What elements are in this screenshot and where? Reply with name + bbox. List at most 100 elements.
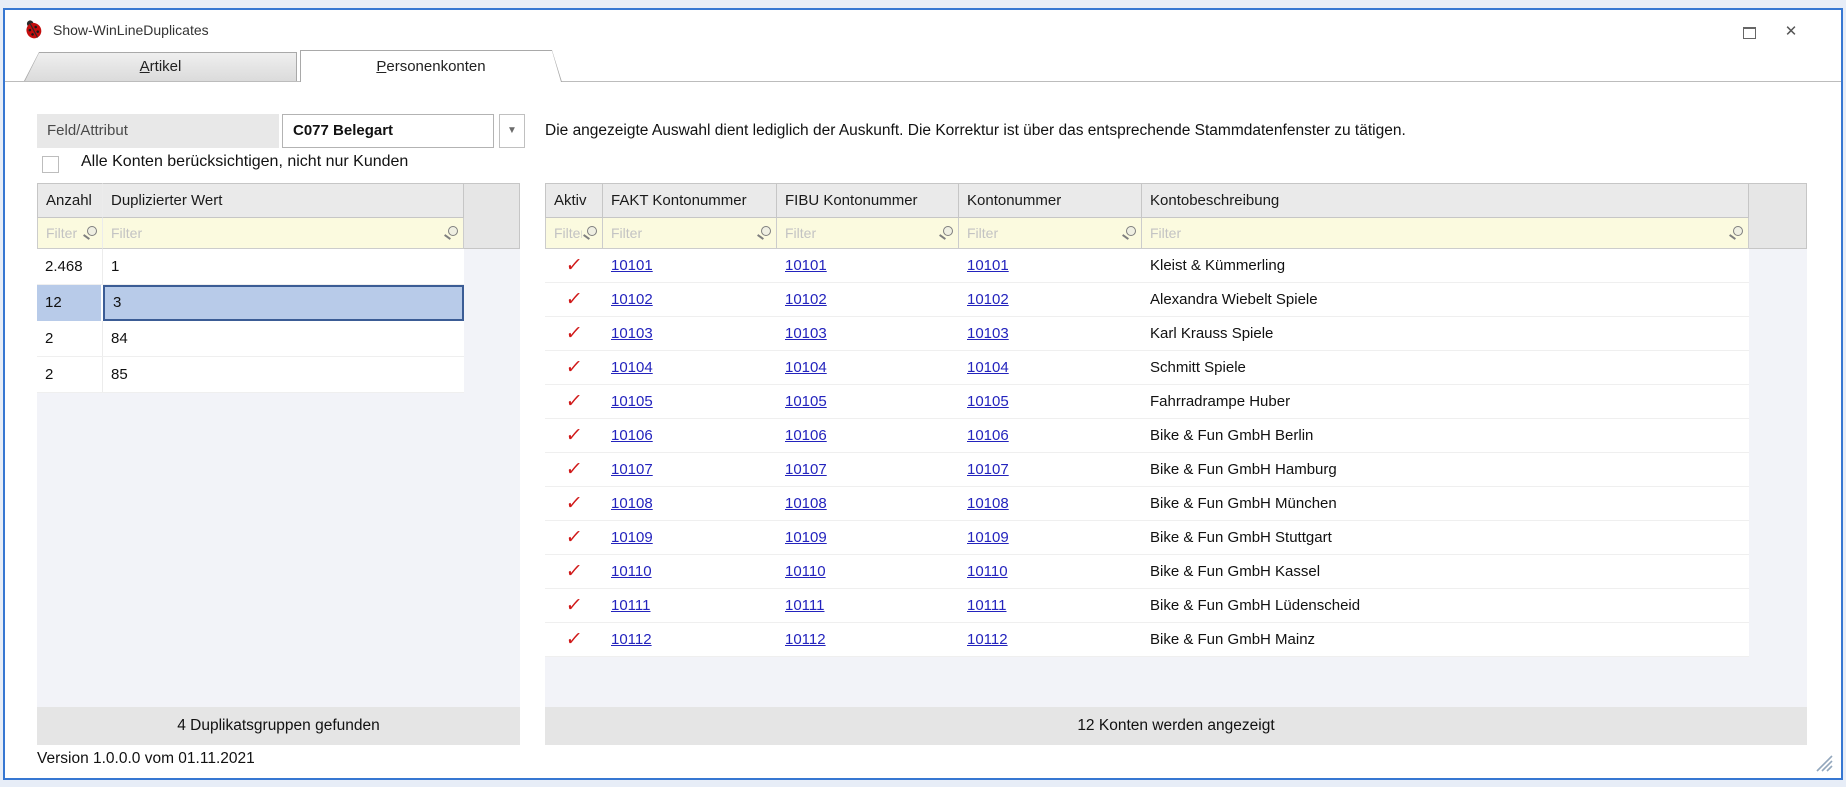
accounts-filter-row: [545, 218, 1807, 249]
fibu-filter-input[interactable]: [777, 218, 958, 248]
fibu-kontonummer-link[interactable]: 10103: [785, 325, 827, 342]
kontonummer-link[interactable]: 10112: [967, 631, 1008, 648]
table-row[interactable]: 284: [37, 321, 464, 357]
all-accounts-checkbox[interactable]: [42, 156, 59, 173]
column-header-duplizierter-wert[interactable]: Duplizierter Wert: [103, 183, 464, 218]
kontonummer-link[interactable]: 10104: [967, 359, 1009, 376]
table-row[interactable]: ✓101061010610106Bike & Fun GmbH Berlin: [545, 419, 1749, 453]
column-header-fakt-kontonummer[interactable]: FAKT Kontonummer: [603, 183, 777, 218]
column-header-fibu-kontonummer[interactable]: FIBU Kontonummer: [777, 183, 959, 218]
tab-personenkonten-label: Personenkonten: [301, 51, 561, 82]
fibu-kontonummer-link[interactable]: 10109: [785, 529, 827, 546]
fibu-kontonummer-link[interactable]: 10111: [785, 597, 825, 614]
resize-grip[interactable]: [1811, 750, 1833, 772]
table-row[interactable]: ✓101011010110101Kleist & Kümmerling: [545, 249, 1749, 283]
tab-personenkonten[interactable]: Personenkonten: [300, 50, 562, 82]
field-attribute-combobox[interactable]: C077 Belegart: [282, 114, 494, 148]
fakt-kontonummer-link[interactable]: 10109: [611, 529, 653, 546]
fakt-kontonummer-link[interactable]: 10107: [611, 461, 653, 478]
close-button[interactable]: ✕: [1781, 23, 1801, 41]
table-row[interactable]: ✓101091010910109Bike & Fun GmbH Stuttgar…: [545, 521, 1749, 555]
anzahl-cell[interactable]: 2: [37, 321, 103, 356]
kontonummer-link[interactable]: 10106: [967, 427, 1009, 444]
search-icon[interactable]: [1729, 226, 1743, 240]
duplizierter-wert-cell[interactable]: 84: [103, 321, 464, 356]
kontonummer-link[interactable]: 10105: [967, 393, 1009, 410]
combobox-dropdown-button[interactable]: ▼: [499, 114, 525, 148]
fakt-kontonummer-link[interactable]: 10103: [611, 325, 653, 342]
fakt-filter-input[interactable]: [603, 218, 776, 248]
table-row[interactable]: 285: [37, 357, 464, 393]
kontobeschreibung-cell: Fahrradrampe Huber: [1142, 385, 1749, 418]
tab-artikel[interactable]: Artikel: [24, 52, 297, 81]
search-icon[interactable]: [444, 226, 458, 240]
column-header-kontobeschreibung[interactable]: Kontobeschreibung: [1142, 183, 1749, 218]
fakt-filter-cell: [603, 218, 777, 249]
fakt-kontonummer-link[interactable]: 10112: [611, 631, 652, 648]
column-header-kontonummer[interactable]: Kontonummer: [959, 183, 1142, 218]
fakt-kontonummer-link[interactable]: 10111: [611, 597, 651, 614]
fakt-kontonummer-link[interactable]: 10104: [611, 359, 653, 376]
search-icon[interactable]: [583, 226, 597, 240]
kontonummer-link[interactable]: 10111: [967, 597, 1007, 614]
fakt-kontonummer-link[interactable]: 10105: [611, 393, 653, 410]
table-row[interactable]: ✓101081010810108Bike & Fun GmbH München: [545, 487, 1749, 521]
kontonummer-link[interactable]: 10102: [967, 291, 1009, 308]
fibu-kontonummer-link[interactable]: 10102: [785, 291, 827, 308]
duplizierter-wert-cell[interactable]: 3: [103, 285, 464, 321]
fibu-kontonummer-link[interactable]: 10106: [785, 427, 827, 444]
duplizierter-wert-cell[interactable]: 1: [103, 249, 464, 284]
table-row[interactable]: ✓101071010710107Bike & Fun GmbH Hamburg: [545, 453, 1749, 487]
search-icon[interactable]: [757, 226, 771, 240]
kontonummer-link[interactable]: 10107: [967, 461, 1009, 478]
tab-artikel-face: Artikel: [25, 53, 296, 81]
kontonummer-filter-input[interactable]: [959, 218, 1141, 248]
maximize-button[interactable]: [1739, 23, 1759, 41]
search-icon[interactable]: [1122, 226, 1136, 240]
fakt-kontonummer-link[interactable]: 10102: [611, 291, 653, 308]
fibu-kontonummer-link[interactable]: 10105: [785, 393, 827, 410]
kontonummer-link-cell: 10105: [959, 385, 1142, 418]
fakt-kontonummer-link[interactable]: 10108: [611, 495, 653, 512]
table-row[interactable]: ✓101051010510105Fahrradrampe Huber: [545, 385, 1749, 419]
fibu-kontonummer-link[interactable]: 10108: [785, 495, 827, 512]
table-row[interactable]: 123: [37, 285, 464, 321]
fibu-kontonummer-link[interactable]: 10112: [785, 631, 826, 648]
fibu-kontonummer-link[interactable]: 10101: [785, 257, 827, 274]
fibu-kontonummer-link[interactable]: 10107: [785, 461, 827, 478]
fibu-kontonummer-link-cell: 10105: [777, 385, 959, 418]
beschreibung-filter-input[interactable]: [1142, 218, 1748, 248]
kontonummer-link[interactable]: 10110: [967, 563, 1008, 580]
fakt-kontonummer-link[interactable]: 10110: [611, 563, 652, 580]
filter-filler: [464, 218, 520, 249]
table-row[interactable]: ✓101111011110111Bike & Fun GmbH Lüdensch…: [545, 589, 1749, 623]
search-icon[interactable]: [939, 226, 953, 240]
kontonummer-link[interactable]: 10109: [967, 529, 1009, 546]
aktiv-cell: ✓: [545, 317, 603, 350]
duplizierter-wert-cell[interactable]: 85: [103, 357, 464, 392]
kontobeschreibung-cell: Karl Krauss Spiele: [1142, 317, 1749, 350]
accounts-rows: ✓101011010110101Kleist & Kümmerling✓1010…: [545, 249, 1749, 657]
kontonummer-link[interactable]: 10108: [967, 495, 1009, 512]
table-row[interactable]: ✓101021010210102Alexandra Wiebelt Spiele: [545, 283, 1749, 317]
anzahl-cell[interactable]: 2.468: [37, 249, 103, 284]
fakt-kontonummer-link-cell: 10104: [603, 351, 777, 384]
column-header-aktiv[interactable]: Aktiv: [545, 183, 603, 218]
table-row[interactable]: ✓101101011010110Bike & Fun GmbH Kassel: [545, 555, 1749, 589]
fakt-kontonummer-link[interactable]: 10106: [611, 427, 653, 444]
search-icon[interactable]: [83, 226, 97, 240]
fakt-kontonummer-link[interactable]: 10101: [611, 257, 653, 274]
aktiv-cell: ✓: [545, 419, 603, 452]
table-row[interactable]: ✓101121011210112Bike & Fun GmbH Mainz: [545, 623, 1749, 657]
table-row[interactable]: ✓ 10103 10103 10103 Karl Krauss Spiele: [545, 317, 1749, 351]
anzahl-cell[interactable]: 2: [37, 357, 103, 392]
table-row[interactable]: ✓101041010410104Schmitt Spiele: [545, 351, 1749, 385]
fibu-kontonummer-link[interactable]: 10104: [785, 359, 827, 376]
wert-filter-input[interactable]: [103, 218, 463, 248]
table-row[interactable]: 2.4681: [37, 249, 464, 285]
kontonummer-link[interactable]: 10103: [967, 325, 1009, 342]
kontonummer-link[interactable]: 10101: [967, 257, 1009, 274]
fibu-kontonummer-link[interactable]: 10110: [785, 563, 826, 580]
anzahl-cell[interactable]: 12: [37, 285, 103, 321]
column-header-anzahl[interactable]: Anzahl: [37, 183, 103, 218]
